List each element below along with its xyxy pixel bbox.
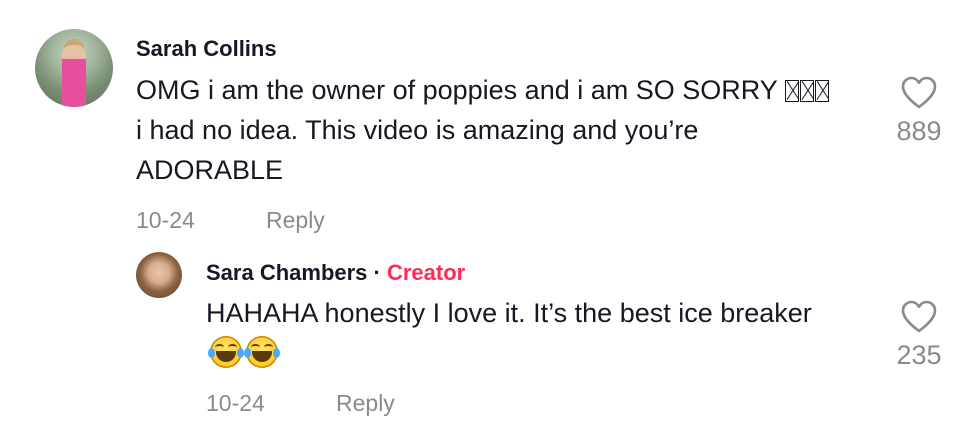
- comment-text-part-2: i had no idea. This video is amazing and…: [136, 115, 699, 185]
- heart-outline-icon[interactable]: [901, 300, 937, 334]
- reply-avatar[interactable]: [136, 252, 182, 298]
- missing-glyph-icon: [814, 80, 829, 102]
- reply-text: HAHAHA honestly I love it. It’s the best…: [206, 293, 846, 373]
- separator-dot: ·: [367, 260, 387, 285]
- avatar[interactable]: [35, 29, 113, 107]
- comment-date: 10-24: [136, 207, 195, 233]
- comment-author[interactable]: Sarah Collins: [136, 36, 277, 62]
- tears-of-joy-emoji-icon: [244, 336, 280, 368]
- heart-outline-icon[interactable]: [901, 76, 937, 110]
- creator-badge: Creator: [386, 260, 466, 285]
- like-button[interactable]: 235: [884, 300, 954, 371]
- like-count: 889: [896, 116, 942, 146]
- reply-author-line: Sara Chambers · Creator: [206, 260, 465, 286]
- reply-text-content: HAHAHA honestly I love it. It’s the best…: [206, 298, 812, 328]
- tears-of-joy-emoji-icon: [208, 336, 244, 368]
- missing-glyph-icon: [784, 80, 799, 102]
- comment-text-part-1: OMG i am the owner of poppies and i am S…: [136, 75, 785, 105]
- like-button[interactable]: 889: [884, 76, 954, 147]
- missing-glyph-icon: [799, 80, 814, 102]
- reply-button[interactable]: Reply: [266, 207, 325, 234]
- reply-author[interactable]: Sara Chambers: [206, 260, 367, 285]
- reply-date: 10-24: [206, 390, 265, 416]
- reply-button[interactable]: Reply: [336, 390, 395, 417]
- like-count: 235: [896, 340, 942, 370]
- comment-text: OMG i am the owner of poppies and i am S…: [136, 70, 836, 190]
